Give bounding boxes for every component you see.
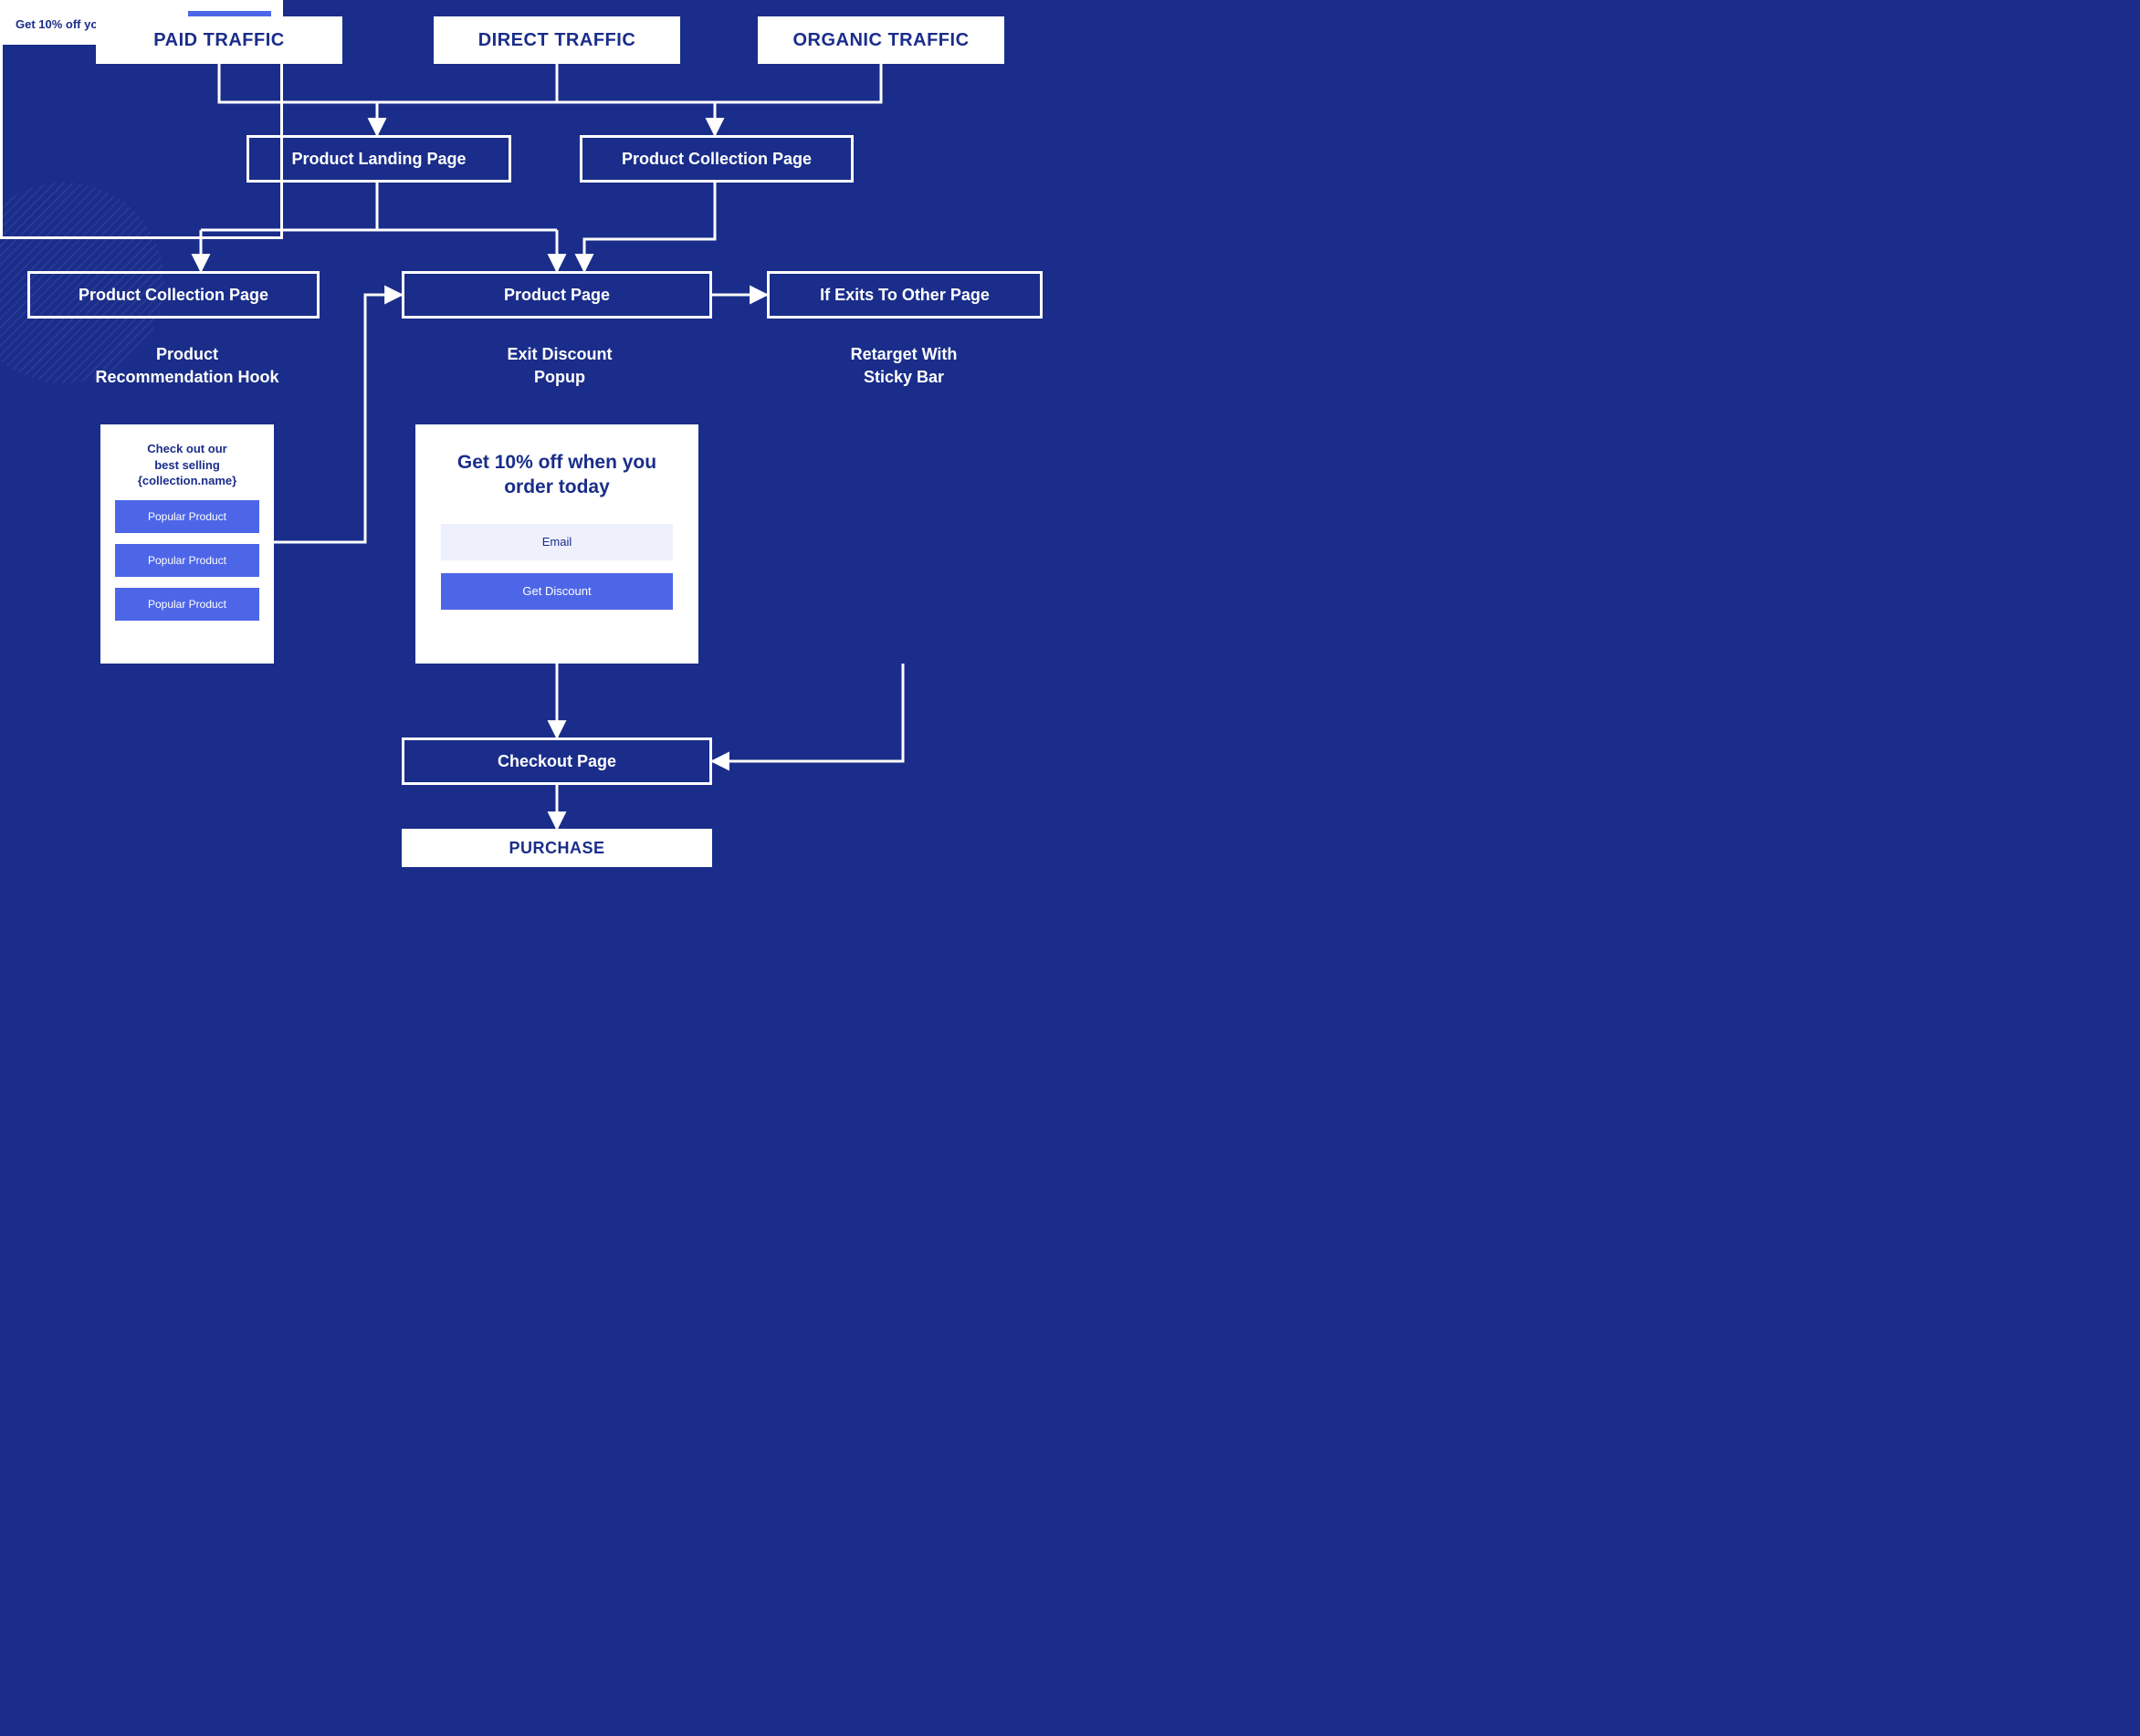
node-product-page: Product Page [402,271,712,319]
popup-heading: Get 10% off when you order today [441,450,673,500]
node-product-landing-page: Product Landing Page [247,135,511,183]
purchase-label: PURCHASE [509,839,604,858]
product-landing-page-label: Product Landing Page [291,150,466,169]
label-retarget-sticky-bar: Retarget With Sticky Bar [799,343,1009,389]
direct-traffic-label: DIRECT TRAFFIC [478,30,636,51]
popular-product-3-label: Popular Product [148,598,226,611]
label-recommendation-hook: Product Recommendation Hook [78,343,297,389]
node-product-collection-page-left: Product Collection Page [27,271,320,319]
node-direct-traffic: DIRECT TRAFFIC [434,16,680,64]
node-organic-traffic: ORGANIC TRAFFIC [758,16,1004,64]
checkout-page-label: Checkout Page [498,752,616,771]
get-discount-button[interactable]: Get Discount [441,573,673,610]
node-checkout-page: Checkout Page [402,737,712,785]
recommendation-heading: Check out our best selling {collection.n… [138,441,236,489]
if-exits-label: If Exits To Other Page [820,286,990,305]
node-paid-traffic: PAID TRAFFIC [96,16,342,64]
popular-product-button-3[interactable]: Popular Product [115,588,259,621]
email-field[interactable]: Email [441,524,673,560]
node-if-exits: If Exits To Other Page [767,271,1043,319]
organic-traffic-label: ORGANIC TRAFFIC [792,30,969,51]
exit-popup-card: Get 10% off when you order today Email G… [415,424,698,664]
node-product-collection-page-top: Product Collection Page [580,135,854,183]
email-placeholder: Email [542,535,572,549]
node-purchase: PURCHASE [402,829,712,867]
popular-product-1-label: Popular Product [148,510,226,523]
label-exit-discount-popup: Exit Discount Popup [459,343,660,389]
get-discount-label: Get Discount [522,584,591,598]
popular-product-button-1[interactable]: Popular Product [115,500,259,533]
popular-product-2-label: Popular Product [148,554,226,567]
recommendation-card: Check out our best selling {collection.n… [100,424,274,664]
popular-product-button-2[interactable]: Popular Product [115,544,259,577]
paid-traffic-label: PAID TRAFFIC [153,30,284,51]
product-page-label: Product Page [504,286,610,305]
product-collection-page-top-label: Product Collection Page [622,150,812,169]
product-collection-page-left-label: Product Collection Page [79,286,268,305]
